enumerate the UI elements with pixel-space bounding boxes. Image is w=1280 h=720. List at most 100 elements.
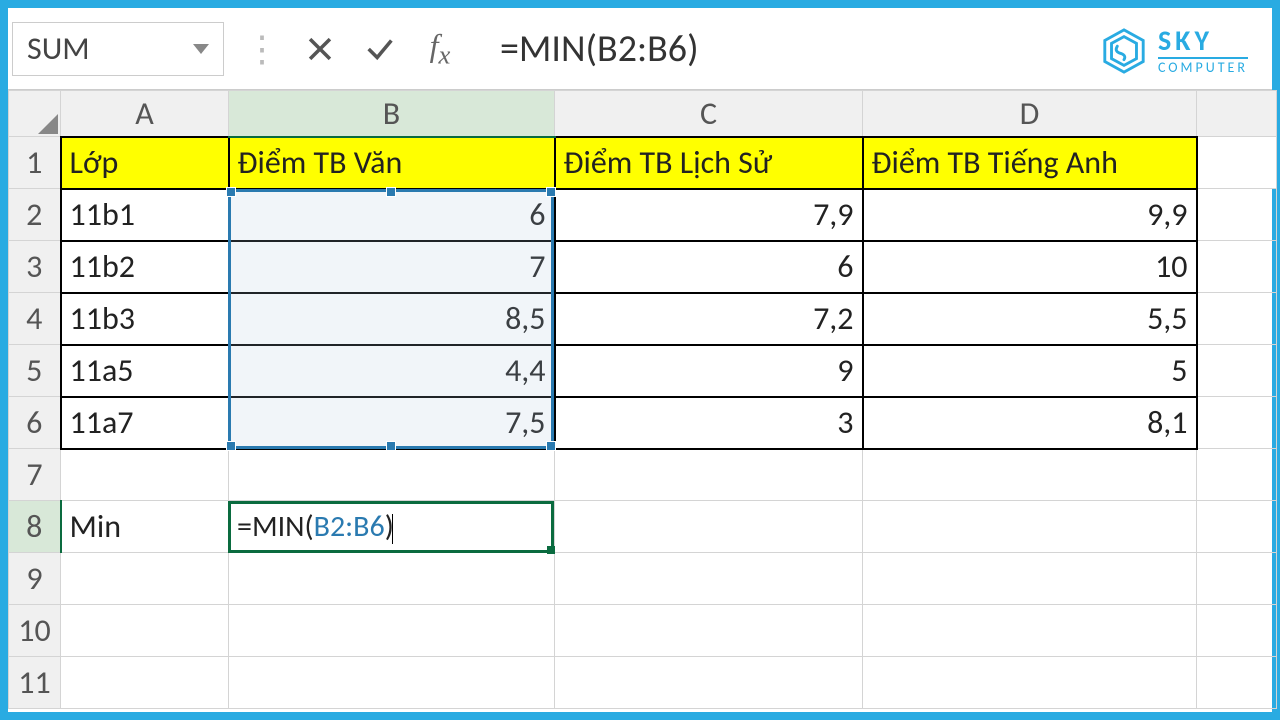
table-row: 11 <box>9 657 1277 709</box>
cell[interactable]: 11b1 <box>61 189 229 241</box>
logo-text-top: SKY <box>1158 26 1248 59</box>
row-header[interactable]: 2 <box>9 189 61 241</box>
fx-icon[interactable]: fx <box>420 29 460 69</box>
cell[interactable] <box>1197 241 1277 293</box>
cell[interactable]: 7,9 <box>555 189 863 241</box>
cell[interactable] <box>1197 397 1277 449</box>
cancel-icon[interactable] <box>300 29 340 69</box>
cell[interactable]: 11b2 <box>61 241 229 293</box>
cell[interactable] <box>555 449 863 501</box>
chevron-down-icon[interactable] <box>193 44 209 54</box>
cell[interactable]: 5,5 <box>863 293 1197 345</box>
row-header[interactable]: 6 <box>9 397 61 449</box>
cell[interactable]: 11a7 <box>61 397 229 449</box>
col-header-e[interactable] <box>1197 91 1277 137</box>
cell[interactable]: 9 <box>555 345 863 397</box>
row-header[interactable]: 8 <box>9 501 61 553</box>
cell[interactable]: Điểm TB Lịch Sử <box>555 137 863 189</box>
brand-logo: SKY COMPUTER <box>1100 26 1248 77</box>
cell[interactable] <box>61 449 229 501</box>
cell[interactable] <box>555 605 863 657</box>
row-header[interactable]: 11 <box>9 657 61 709</box>
cell[interactable]: Điểm TB Tiếng Anh <box>863 137 1197 189</box>
cell[interactable]: 11a5 <box>61 345 229 397</box>
cell[interactable] <box>555 501 863 553</box>
select-all-corner[interactable] <box>9 91 61 137</box>
cell[interactable]: 7,2 <box>555 293 863 345</box>
cell[interactable]: 9,9 <box>863 189 1197 241</box>
cell[interactable] <box>863 449 1197 501</box>
row-header[interactable]: 7 <box>9 449 61 501</box>
cell[interactable] <box>61 657 229 709</box>
cell[interactable] <box>1197 605 1277 657</box>
table-row: 3 11b2 7 6 10 <box>9 241 1277 293</box>
cell[interactable]: 5 <box>863 345 1197 397</box>
cell[interactable]: 4,4 <box>229 345 555 397</box>
row-header[interactable]: 1 <box>9 137 61 189</box>
table-row: 5 11a5 4,4 9 5 <box>9 345 1277 397</box>
cell[interactable] <box>1197 657 1277 709</box>
active-cell[interactable]: =MIN(B2:B6) <box>229 501 555 553</box>
cell[interactable] <box>863 657 1197 709</box>
cell[interactable] <box>555 553 863 605</box>
table-row: 2 11b1 6 7,9 9,9 <box>9 189 1277 241</box>
cell[interactable]: Lớp <box>61 137 229 189</box>
formula-prefix: =MIN( <box>237 508 314 545</box>
col-header-d[interactable]: D <box>863 91 1197 137</box>
cell[interactable] <box>555 657 863 709</box>
cell[interactable]: 7,5 <box>229 397 555 449</box>
cell[interactable]: 6 <box>229 189 555 241</box>
cell[interactable]: 8,5 <box>229 293 555 345</box>
row-header[interactable]: 10 <box>9 605 61 657</box>
formula-bar: SUM ⋮ fx =MIN(B2:B6) <box>8 8 1272 90</box>
divider: ⋮ <box>244 27 280 71</box>
table-row: 8 Min =MIN(B2:B6) <box>9 501 1277 553</box>
logo-hex-icon <box>1100 27 1148 75</box>
row-header[interactable]: 5 <box>9 345 61 397</box>
cell[interactable]: 11b3 <box>61 293 229 345</box>
cell[interactable]: Min <box>61 501 229 553</box>
table-row: 7 <box>9 449 1277 501</box>
table-row: 10 <box>9 605 1277 657</box>
cell[interactable] <box>229 449 555 501</box>
cell[interactable]: 7 <box>229 241 555 293</box>
row-header[interactable]: 9 <box>9 553 61 605</box>
formula-ref: B2:B6 <box>314 508 385 545</box>
spreadsheet-grid[interactable]: A B C D 1 Lớp Điểm TB Văn Điểm TB Lịch S… <box>8 90 1272 709</box>
table-row: 6 11a7 7,5 3 8,1 <box>9 397 1277 449</box>
cell[interactable]: Điểm TB Văn <box>229 137 555 189</box>
cell[interactable]: 10 <box>863 241 1197 293</box>
col-header-b[interactable]: B <box>229 91 555 137</box>
cell[interactable] <box>1197 137 1277 189</box>
cell[interactable] <box>863 501 1197 553</box>
table-row: 4 11b3 8,5 7,2 5,5 <box>9 293 1277 345</box>
enter-icon[interactable] <box>360 29 400 69</box>
table-row: 1 Lớp Điểm TB Văn Điểm TB Lịch Sử Điểm T… <box>9 137 1277 189</box>
table-row: 9 <box>9 553 1277 605</box>
cell[interactable] <box>1197 345 1277 397</box>
cell[interactable] <box>229 553 555 605</box>
cell[interactable]: 6 <box>555 241 863 293</box>
row-header[interactable]: 3 <box>9 241 61 293</box>
text-cursor <box>392 514 393 544</box>
cell[interactable] <box>1197 293 1277 345</box>
name-box-value: SUM <box>27 29 90 68</box>
cell[interactable]: 8,1 <box>863 397 1197 449</box>
cell[interactable] <box>229 657 555 709</box>
column-header-row: A B C D <box>9 91 1277 137</box>
cell[interactable] <box>863 605 1197 657</box>
logo-text-bot: COMPUTER <box>1158 59 1248 77</box>
cell[interactable] <box>1197 553 1277 605</box>
cell[interactable] <box>61 553 229 605</box>
cell[interactable] <box>229 605 555 657</box>
cell[interactable] <box>1197 189 1277 241</box>
col-header-c[interactable]: C <box>555 91 863 137</box>
name-box[interactable]: SUM <box>12 22 224 76</box>
row-header[interactable]: 4 <box>9 293 61 345</box>
cell[interactable] <box>61 605 229 657</box>
cell[interactable] <box>863 553 1197 605</box>
cell[interactable] <box>1197 501 1277 553</box>
cell[interactable] <box>1197 449 1277 501</box>
cell[interactable]: 3 <box>555 397 863 449</box>
col-header-a[interactable]: A <box>61 91 229 137</box>
